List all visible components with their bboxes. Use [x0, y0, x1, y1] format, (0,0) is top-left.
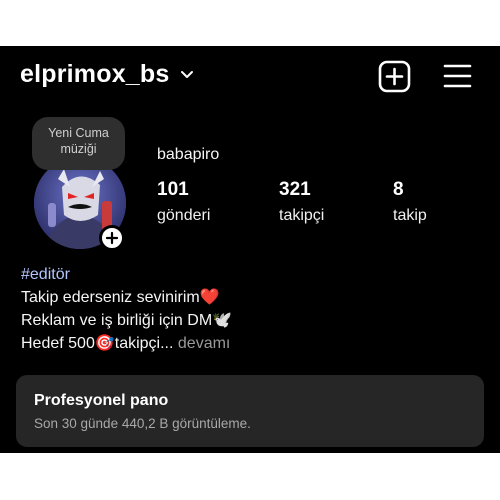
- bio-hashtag-link[interactable]: #editör: [21, 263, 232, 286]
- stat-posts-count: 101: [157, 179, 189, 200]
- chevron-down-icon[interactable]: [180, 70, 194, 80]
- add-post-icon[interactable]: [378, 60, 411, 93]
- stat-posts-label: gönderi: [157, 207, 211, 224]
- bio-line-1: Takip ederseniz sevinirim❤️: [21, 289, 220, 306]
- stat-following-count: 8: [393, 179, 404, 200]
- note-text-line-2: müziği: [60, 142, 97, 156]
- note-text-line-1: Yeni Cuma: [48, 126, 109, 140]
- bio-more-link[interactable]: devamı: [173, 335, 230, 352]
- plus-icon: [105, 231, 119, 245]
- professional-dashboard-card[interactable]: Profesyonel pano Son 30 günde 440,2 B gö…: [16, 375, 484, 447]
- professional-dashboard-subtitle: Son 30 günde 440,2 B görüntüleme.: [34, 416, 251, 431]
- stat-followers[interactable]: 321 takipçi: [279, 179, 324, 225]
- stat-following-label: takip: [393, 207, 427, 224]
- username-switcher[interactable]: elprimox_bs: [20, 60, 169, 89]
- add-story-button[interactable]: [99, 225, 125, 251]
- bio-line-3: Hedef 500🎯takipçi... devamı: [21, 332, 232, 355]
- bio: #editör Takip ederseniz sevinirim❤️ Rekl…: [21, 263, 232, 355]
- note-bubble[interactable]: Yeni Cuma müziği: [32, 117, 125, 170]
- professional-dashboard-title: Profesyonel pano: [34, 392, 169, 409]
- profile-full-name: babapiro: [157, 146, 220, 163]
- stat-posts[interactable]: 101 gönderi: [157, 179, 210, 225]
- hamburger-menu-icon[interactable]: [443, 63, 472, 89]
- stat-followers-count: 321: [279, 179, 311, 200]
- bio-line-2: Reklam ve iş birliği için DM🕊️: [21, 312, 233, 329]
- profile-screen: elprimox_bs Yeni Cuma müziği babapiro 10…: [0, 46, 500, 453]
- stat-following[interactable]: 8 takip: [393, 179, 427, 225]
- bio-line-3-text: Hedef 500🎯takipçi...: [21, 335, 174, 352]
- stat-followers-label: takipçi: [279, 207, 325, 224]
